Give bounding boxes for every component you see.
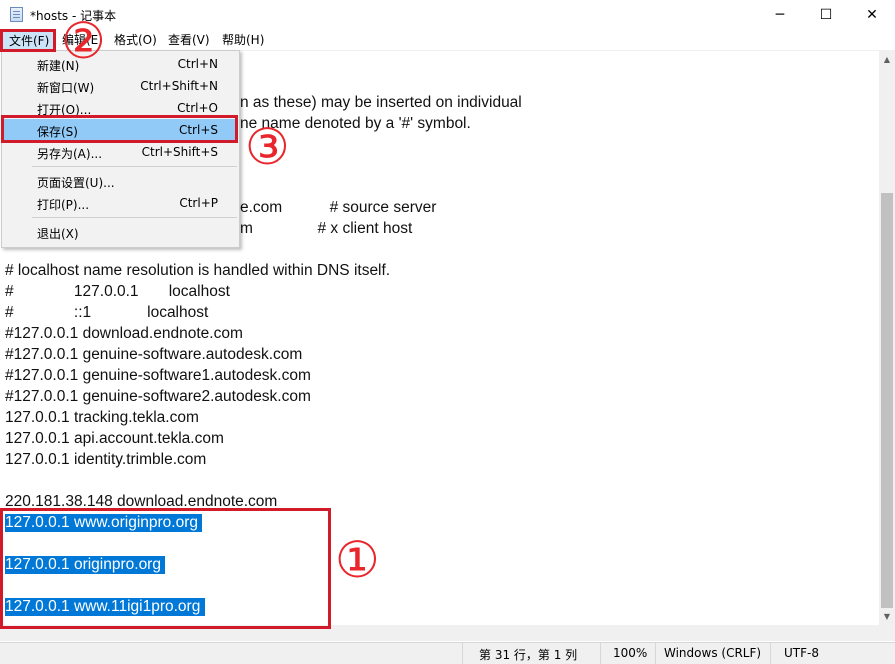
encoding: UTF-8	[784, 646, 819, 660]
editor-line: #127.0.0.1 genuine-software1.autodesk.co…	[5, 367, 311, 384]
step-2-label: ②	[61, 12, 106, 70]
editor-line: m # x client host	[240, 220, 413, 237]
annotation-box-selected-lines	[0, 508, 331, 629]
menu-item-new-window[interactable]: 新窗口(W) Ctrl+Shift+N	[3, 75, 238, 97]
menu-item-label: 打印(P)...	[37, 198, 90, 212]
menu-item-new[interactable]: 新建(N) Ctrl+N	[3, 53, 238, 75]
status-bar: 第 31 行，第 1 列 100% Windows (CRLF) UTF-8	[0, 642, 895, 664]
editor-line: #127.0.0.1 download.endnote.com	[5, 325, 243, 342]
vertical-scroll-thumb[interactable]	[881, 193, 893, 608]
menu-item-print[interactable]: 打印(P)... Ctrl+P	[3, 192, 238, 214]
editor-line: # localhost name resolution is handled w…	[5, 262, 391, 279]
editor-line: 127.0.0.1 identity.trimble.com	[5, 451, 207, 468]
cursor-position: 第 31 行，第 1 列	[479, 648, 578, 662]
editor-line: # ::1 localhost	[5, 304, 209, 321]
menu-item-label: 退出(X)	[37, 227, 79, 241]
scroll-up-arrow-icon[interactable]: ▲	[881, 55, 893, 64]
menu-item-shortcut: Ctrl+N	[177, 57, 218, 71]
status-divider	[655, 643, 656, 664]
zoom-level: 100%	[613, 646, 648, 660]
status-divider	[770, 643, 771, 664]
menu-item-page-setup[interactable]: 页面设置(U)...	[3, 170, 238, 192]
menu-item-shortcut: Ctrl+O	[177, 101, 218, 115]
editor-line: 127.0.0.1 api.account.tekla.com	[5, 430, 224, 447]
annotation-box-save	[1, 115, 238, 143]
menu-view[interactable]: 查看(V)	[168, 30, 210, 50]
title-bar: *hosts - 记事本 ─ ☐ ✕	[0, 0, 895, 30]
step-1-label: ①	[335, 531, 380, 589]
menu-separator	[32, 217, 237, 218]
minimize-button[interactable]: ─	[757, 0, 803, 30]
notepad-icon	[10, 7, 23, 22]
editor-line: #127.0.0.1 genuine-software2.autodesk.co…	[5, 388, 311, 405]
menu-item-exit[interactable]: 退出(X)	[3, 221, 238, 243]
menu-item-shortcut: Ctrl+Shift+N	[140, 79, 218, 93]
scroll-down-arrow-icon[interactable]: ▼	[881, 612, 893, 621]
menu-help[interactable]: 帮助(H)	[222, 30, 264, 50]
menu-item-label: 页面设置(U)...	[37, 176, 115, 190]
editor-line: n as these) may be inserted on individua…	[240, 94, 522, 111]
menu-item-label: 另存为(A)...	[37, 147, 103, 161]
file-menu-dropdown: 新建(N) Ctrl+N 新窗口(W) Ctrl+Shift+N 打开(O)..…	[1, 50, 240, 248]
menu-item-shortcut: Ctrl+Shift+S	[141, 145, 218, 159]
step-3-label: ③	[245, 118, 290, 176]
menu-item-shortcut: Ctrl+P	[179, 196, 218, 210]
maximize-button[interactable]: ☐	[803, 0, 849, 30]
editor-line: # 127.0.0.1 localhost	[5, 283, 230, 300]
editor-line: 127.0.0.1 tracking.tekla.com	[5, 409, 199, 426]
menu-item-save-as[interactable]: 另存为(A)... Ctrl+Shift+S	[3, 141, 238, 163]
menu-format[interactable]: 格式(O)	[114, 30, 157, 50]
editor-line: e.com # source server	[240, 199, 437, 216]
status-divider	[462, 643, 463, 664]
annotation-box-file-menu	[0, 29, 56, 52]
status-divider	[600, 643, 601, 664]
close-button[interactable]: ✕	[849, 0, 895, 30]
menu-separator	[32, 166, 237, 167]
editor-line: #127.0.0.1 genuine-software.autodesk.com	[5, 346, 303, 363]
menu-item-label: 新窗口(W)	[37, 81, 95, 95]
line-ending: Windows (CRLF)	[664, 646, 762, 660]
menu-bar: 文件(F) 编辑(E) 格式(O) 查看(V) 帮助(H)	[0, 30, 895, 51]
